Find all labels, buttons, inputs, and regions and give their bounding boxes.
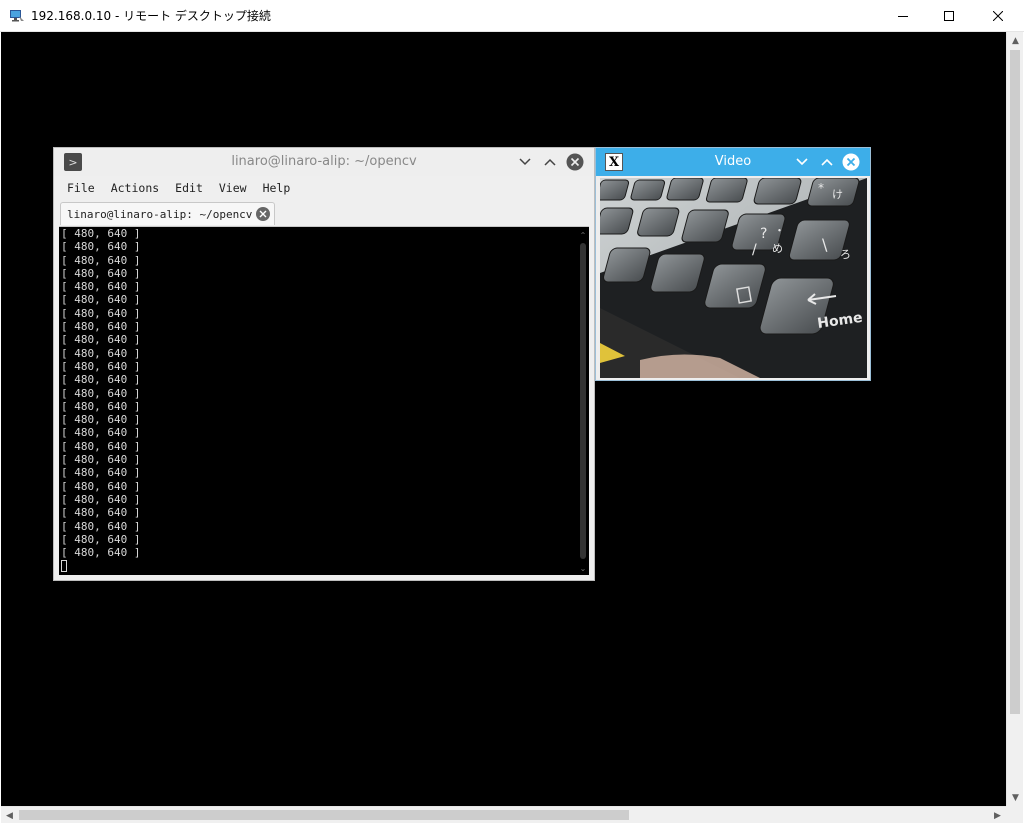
- rdp-vertical-scroll-thumb[interactable]: [1010, 50, 1020, 714]
- chevron-down-icon: [519, 158, 531, 166]
- scroll-up-arrow-icon[interactable]: ▲: [1007, 32, 1024, 49]
- terminal-minimize-button[interactable]: [515, 152, 535, 172]
- terminal-output-line: [ 480, 640 ]: [61, 320, 141, 334]
- keycap-ro: ろ: [840, 248, 851, 261]
- scroll-right-arrow-icon[interactable]: ▶: [989, 807, 1006, 824]
- scroll-corner: [1006, 806, 1023, 823]
- terminal-output-line: [ 480, 640 ]: [61, 293, 141, 307]
- close-circle-icon: [842, 153, 860, 171]
- terminal-output-line: [ 480, 640 ]: [61, 532, 141, 546]
- terminal-output-line: [ 480, 640 ]: [61, 466, 141, 480]
- keycap-backslash: \: [822, 235, 828, 254]
- terminal-prompt-line: [61, 559, 140, 573]
- menu-file[interactable]: File: [67, 181, 95, 195]
- video-frame: Home \ ろ ? ・ / め け *: [600, 178, 867, 378]
- rdp-vertical-scrollbar[interactable]: ▲ ▼: [1006, 32, 1023, 806]
- close-circle-icon: [566, 153, 584, 171]
- window-title: 192.168.0.10 - リモート デスクトップ接続: [31, 9, 271, 23]
- terminal-lines: [ 480, 640 ][ 480, 640 ][ 480, 640 ][ 48…: [61, 227, 140, 573]
- chevron-up-icon: [821, 158, 833, 166]
- video-minimize-button[interactable]: [792, 152, 812, 172]
- chevron-down-icon: [796, 158, 808, 166]
- video-maximize-button[interactable]: [817, 152, 837, 172]
- rdp-horizontal-scroll-thumb[interactable]: [19, 810, 629, 820]
- terminal-output-line: [ 480, 640 ]: [61, 546, 141, 560]
- menu-actions[interactable]: Actions: [111, 181, 159, 195]
- terminal-output-line: [ 480, 640 ]: [61, 346, 141, 360]
- terminal-output-line: [ 480, 640 ]: [61, 453, 141, 467]
- keycap-me: め: [772, 242, 783, 255]
- terminal-output-line: [ 480, 640 ]: [61, 280, 141, 294]
- terminal-output-line: [ 480, 640 ]: [61, 266, 141, 280]
- scroll-down-arrow-icon[interactable]: ▼: [1007, 789, 1024, 806]
- terminal-output-line: [ 480, 640 ]: [61, 439, 141, 453]
- terminal-output-line: [ 480, 640 ]: [61, 413, 141, 427]
- keycap-dot: ・: [774, 224, 785, 237]
- close-button[interactable]: [975, 0, 1021, 32]
- keycap-ke: け: [832, 188, 843, 201]
- close-icon: [993, 11, 1003, 21]
- video-window[interactable]: X Video Home \ ろ ? ・ / め け *: [595, 147, 871, 381]
- terminal-output-line: [ 480, 640 ]: [61, 426, 141, 440]
- terminal-output-line: [ 480, 640 ]: [61, 399, 141, 413]
- rdp-titlebar[interactable]: 192.168.0.10 - リモート デスクトップ接続: [0, 0, 1024, 32]
- terminal-output-line: [ 480, 640 ]: [61, 240, 141, 254]
- terminal-titlebar[interactable]: > linaro@linaro-alip: ~/opencv: [54, 148, 594, 176]
- keycap-asterisk: *: [818, 181, 824, 195]
- terminal-output[interactable]: [ 480, 640 ][ 480, 640 ][ 480, 640 ][ 48…: [59, 226, 589, 575]
- terminal-scrollbar[interactable]: ⌃ ⌄: [577, 229, 589, 574]
- keycap-slash: /: [752, 242, 757, 258]
- terminal-output-line: [ 480, 640 ]: [61, 506, 141, 520]
- terminal-output-line: [ 480, 640 ]: [61, 479, 141, 493]
- terminal-tab[interactable]: linaro@linaro-alip: ~/opencv: [60, 202, 275, 225]
- terminal-maximize-button[interactable]: [540, 152, 560, 172]
- video-close-button[interactable]: [841, 152, 861, 172]
- terminal-output-line: [ 480, 640 ]: [61, 359, 141, 373]
- terminal-window[interactable]: > linaro@linaro-alip: ~/opencv File Acti…: [53, 147, 595, 581]
- terminal-output-line: [ 480, 640 ]: [61, 492, 141, 506]
- terminal-output-line: [ 480, 640 ]: [61, 519, 141, 533]
- terminal-scroll-thumb[interactable]: [580, 243, 586, 559]
- close-icon: [259, 210, 267, 218]
- video-titlebar[interactable]: X Video: [596, 148, 870, 176]
- minimize-icon: [898, 16, 908, 17]
- keyboard-camera-image: Home \ ろ ? ・ / め け *: [600, 178, 867, 378]
- terminal-title: linaro@linaro-alip: ~/opencv: [231, 154, 417, 169]
- terminal-output-line: [ 480, 640 ]: [61, 333, 141, 347]
- scroll-down-icon[interactable]: ⌄: [577, 562, 589, 574]
- menu-view[interactable]: View: [219, 181, 247, 195]
- text-cursor: [61, 560, 67, 573]
- menu-help[interactable]: Help: [263, 181, 291, 195]
- terminal-output-line: [ 480, 640 ]: [61, 253, 141, 267]
- terminal-output-line: [ 480, 640 ]: [61, 227, 141, 240]
- chevron-up-icon: [544, 158, 556, 166]
- keycap-question: ?: [760, 226, 767, 242]
- terminal-close-button[interactable]: [565, 152, 585, 172]
- terminal-menubar: File Actions Edit View Help: [54, 178, 594, 198]
- terminal-output-line: [ 480, 640 ]: [61, 373, 141, 387]
- terminal-output-line: [ 480, 640 ]: [61, 386, 141, 400]
- minimize-button[interactable]: [880, 0, 926, 32]
- remote-desktop-icon: [9, 8, 25, 24]
- terminal-tab-label: linaro@linaro-alip: ~/opencv: [67, 207, 253, 221]
- terminal-output-line: [ 480, 640 ]: [61, 306, 141, 320]
- rdp-horizontal-scrollbar[interactable]: ◀ ▶: [1, 806, 1006, 823]
- scroll-left-arrow-icon[interactable]: ◀: [1, 807, 18, 824]
- scroll-up-icon[interactable]: ⌃: [577, 229, 589, 241]
- tab-close-button[interactable]: [256, 207, 270, 221]
- maximize-icon: [944, 11, 954, 21]
- maximize-button[interactable]: [926, 0, 972, 32]
- menu-edit[interactable]: Edit: [175, 181, 203, 195]
